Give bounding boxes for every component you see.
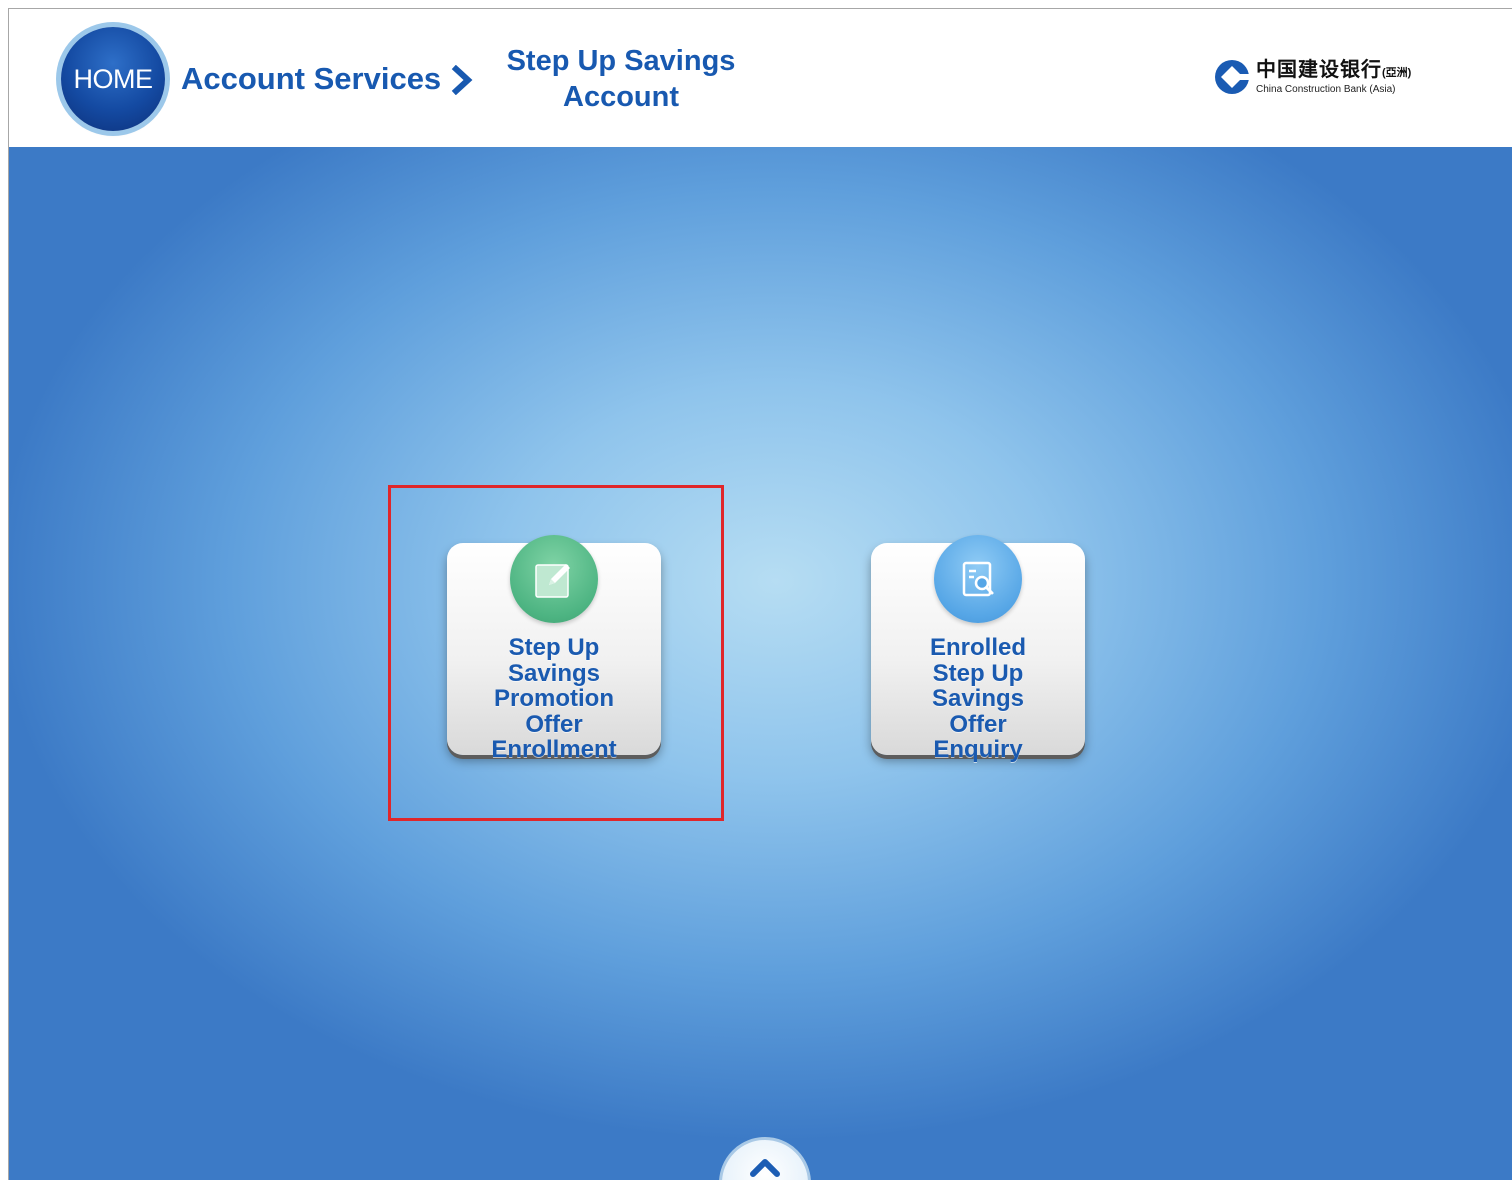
breadcrumb-account-services[interactable]: Account Services (181, 61, 441, 97)
logo-chinese-suffix: (亞洲) (1382, 66, 1412, 79)
home-button[interactable]: HOME (61, 27, 165, 131)
bank-logo: 中国建设银行(亞洲) China Construction Bank (Asia… (1214, 57, 1411, 97)
enrollment-tile[interactable]: Step Up Savings Promotion Offer Enrollme… (447, 535, 661, 762)
header-bar: HOME Account Services Step Up Savings Ac… (9, 9, 1512, 147)
chevron-right-icon (451, 65, 473, 95)
enquiry-tile-label: Enrolled Step Up Savings Offer Enquiry (929, 634, 1026, 763)
chevron-up-icon (750, 1159, 780, 1177)
logo-chinese-name: 中国建设银行 (1256, 58, 1382, 81)
page-title: Step Up Savings Account (506, 45, 736, 113)
document-search-icon (934, 535, 1022, 623)
logo-english-name: China Construction Bank (Asia) (1256, 83, 1396, 95)
kiosk-screen: HOME Account Services Step Up Savings Ac… (8, 8, 1512, 1180)
ccb-logo-icon (1215, 60, 1250, 94)
enrollment-tile-label: Step Up Savings Promotion Offer Enrollme… (491, 634, 617, 763)
main-panel: Step Up Savings Promotion Offer Enrollme… (9, 147, 1512, 1180)
edit-icon (510, 535, 598, 623)
home-button-label: HOME (73, 63, 154, 94)
enquiry-tile[interactable]: Enrolled Step Up Savings Offer Enquiry (871, 535, 1085, 762)
